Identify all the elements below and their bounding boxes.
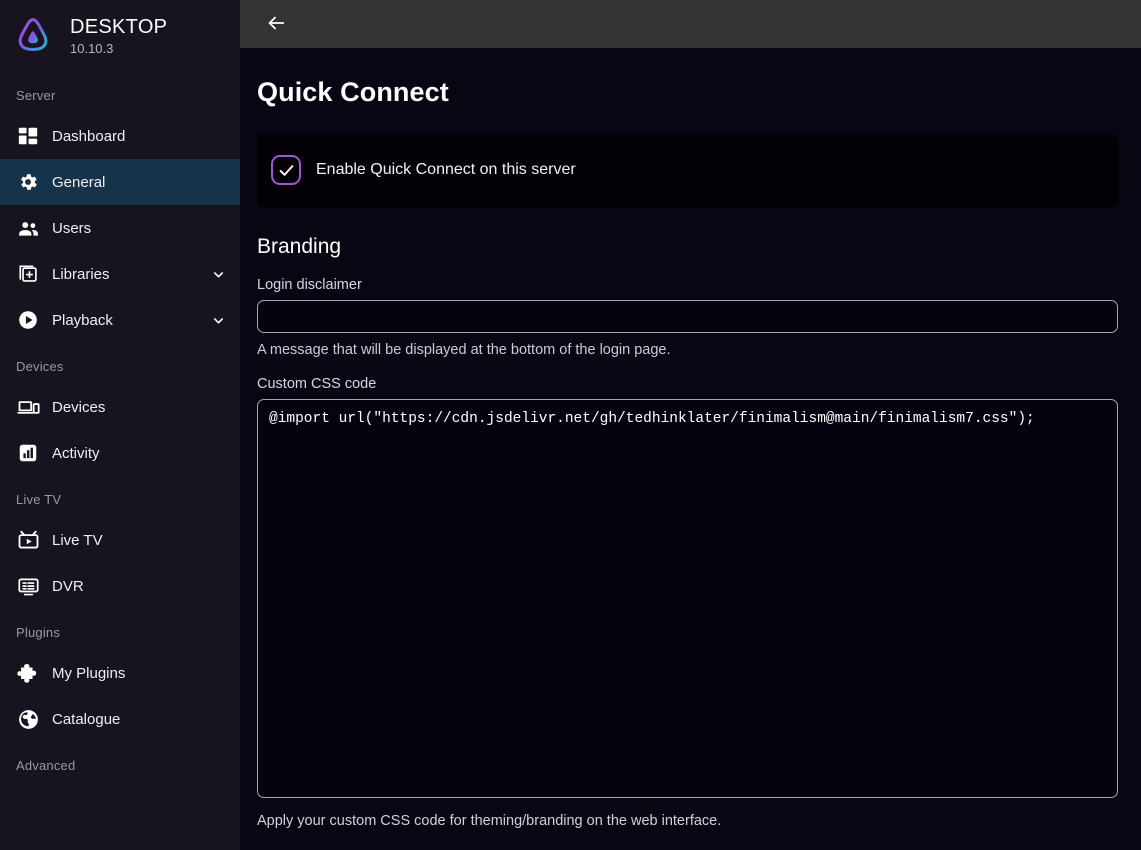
live-tv-icon <box>16 528 40 552</box>
sidebar-item-activity[interactable]: Activity <box>0 430 240 476</box>
server-name: DESKTOP <box>70 16 168 38</box>
check-icon <box>277 161 296 180</box>
sidebar-group-heading: Plugins <box>16 625 61 640</box>
globe-icon <box>16 707 40 731</box>
arrow-left-icon <box>265 12 287 37</box>
sidebar-item-label: Libraries <box>52 265 110 283</box>
sidebar-item-my-plugins[interactable]: My Plugins <box>0 650 240 696</box>
users-icon <box>16 216 40 240</box>
topbar <box>240 0 1141 48</box>
sidebar-group-heading: Advanced <box>16 758 76 773</box>
sidebar-item-label: Live TV <box>52 531 103 549</box>
sidebar-item-label: General <box>52 173 106 191</box>
sidebar-item-catalogue[interactable]: Catalogue <box>0 696 240 742</box>
page-title: Quick Connect <box>257 77 449 107</box>
sidebar-item-label: My Plugins <box>52 664 126 682</box>
login-disclaimer-input[interactable] <box>257 300 1118 333</box>
library-add-icon <box>16 262 40 286</box>
app-root: DESKTOP 10.10.3 Server Dashboard General Us… <box>0 0 1141 850</box>
custom-css-label: Custom CSS code <box>257 376 377 392</box>
sidebar-item-label: Catalogue <box>52 710 121 728</box>
sidebar-item-devices[interactable]: Devices <box>0 384 240 430</box>
enable-quick-connect-label: Enable Quick Connect on this server <box>316 161 576 178</box>
login-disclaimer-hint: A message that will be displayed at the … <box>257 342 671 358</box>
quick-connect-card: Enable Quick Connect on this server <box>257 133 1118 207</box>
sidebar-item-general[interactable]: General <box>0 159 240 205</box>
sidebar-item-label: Dashboard <box>52 127 126 145</box>
sidebar-item-users[interactable]: Users <box>0 205 240 251</box>
sidebar-group-heading: Live TV <box>16 492 62 507</box>
sidebar-item-dvr[interactable]: DVR <box>0 563 240 609</box>
chevron-down-icon[interactable] <box>210 266 226 282</box>
puzzle-piece-icon <box>16 661 40 685</box>
sidebar: DESKTOP 10.10.3 Server Dashboard General Us… <box>0 0 240 850</box>
sidebar-item-libraries[interactable]: Libraries <box>0 251 240 297</box>
dvr-icon <box>16 574 40 598</box>
gear-icon <box>16 170 40 194</box>
sidebar-group-heading: Devices <box>16 359 64 374</box>
sidebar-group-heading: Server <box>16 88 56 103</box>
dashboard-icon <box>16 124 40 148</box>
branding-section-title: Branding <box>257 235 342 258</box>
login-disclaimer-field: Login disclaimer A message that will be … <box>257 277 1118 358</box>
activity-chart-icon <box>16 441 40 465</box>
sidebar-nav: Server Dashboard General Users Libraries Play… <box>0 72 240 783</box>
play-circle-icon <box>16 308 40 332</box>
server-version: 10.10.3 <box>70 41 114 56</box>
jellyfin-logo-icon <box>12 15 54 57</box>
sidebar-item-playback[interactable]: Playback <box>0 297 240 343</box>
back-button[interactable] <box>258 6 294 42</box>
sidebar-item-label: DVR <box>52 577 84 595</box>
sidebar-item-dashboard[interactable]: Dashboard <box>0 113 240 159</box>
sidebar-item-live-tv[interactable]: Live TV <box>0 517 240 563</box>
devices-icon <box>16 395 40 419</box>
custom-css-hint: Apply your custom CSS code for theming/b… <box>257 813 722 829</box>
custom-css-textarea[interactable] <box>257 399 1118 798</box>
enable-quick-connect-checkbox[interactable] <box>271 155 301 185</box>
settings-content: Quick Connect Enable Quick Connect on th… <box>240 48 1141 829</box>
sidebar-item-label: Devices <box>52 398 106 416</box>
brand-header[interactable]: DESKTOP 10.10.3 <box>0 0 240 72</box>
sidebar-item-label: Playback <box>52 311 113 329</box>
main-content: Quick Connect Enable Quick Connect on th… <box>240 0 1141 850</box>
custom-css-field: Custom CSS code Apply your custom CSS co… <box>257 376 1118 829</box>
chevron-down-icon[interactable] <box>210 312 226 328</box>
sidebar-item-label: Users <box>52 219 92 237</box>
login-disclaimer-label: Login disclaimer <box>257 277 362 293</box>
sidebar-item-label: Activity <box>52 444 100 462</box>
